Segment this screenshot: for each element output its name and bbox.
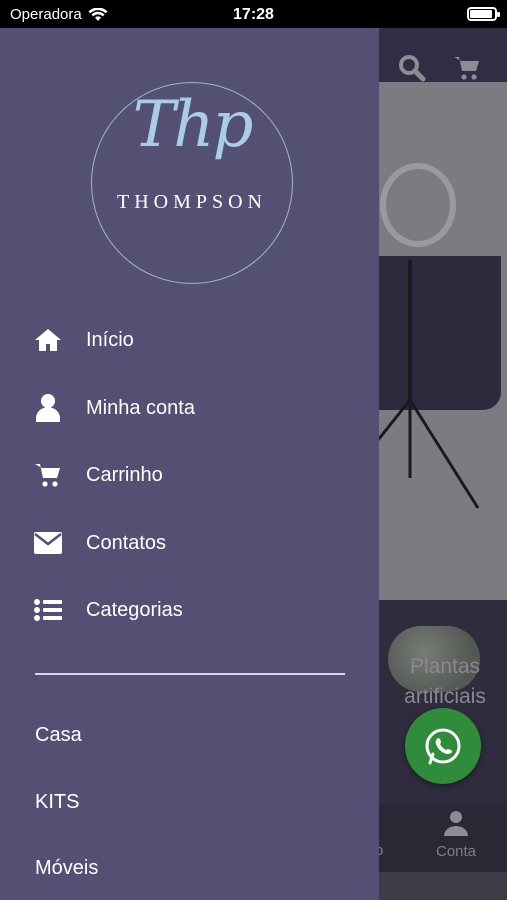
- menu-item-categorias[interactable]: Categorias: [0, 580, 379, 640]
- search-icon[interactable]: [398, 54, 426, 82]
- list-icon: [34, 596, 62, 624]
- menu-item-label: Minha conta: [86, 396, 195, 419]
- menu-item-carrinho[interactable]: Carrinho: [0, 445, 379, 505]
- logo-script: Thp: [132, 88, 254, 162]
- user-icon: [34, 394, 62, 422]
- home-icon: [34, 326, 62, 354]
- category-item-casa[interactable]: Casa: [35, 724, 82, 747]
- category-card-label: Plantas artificiais: [404, 655, 486, 708]
- battery-level: [470, 10, 492, 18]
- category-item-kits[interactable]: KITS: [35, 791, 79, 814]
- drawer-divider: [35, 673, 345, 675]
- menu-item-inicio[interactable]: Início: [0, 310, 379, 370]
- brand-logo: Thp THOMPSON: [84, 80, 300, 286]
- status-bar: Operadora 17:28: [0, 0, 507, 28]
- whatsapp-button[interactable]: [405, 708, 481, 784]
- whatsapp-icon: [425, 728, 461, 765]
- menu-item-label: Carrinho: [86, 463, 163, 486]
- nav-account-label: Conta: [435, 843, 477, 860]
- clock: 17:28: [233, 6, 274, 23]
- logo-wordmark: THOMPSON: [116, 191, 268, 213]
- menu-item-label: Contatos: [86, 531, 167, 554]
- nav-account[interactable]: Conta: [420, 810, 492, 860]
- envelope-icon: [34, 529, 62, 557]
- tripod-image: [376, 260, 480, 509]
- cart-icon[interactable]: [453, 54, 481, 82]
- menu-item-minha-conta[interactable]: Minha conta: [0, 378, 379, 438]
- cart-icon: [34, 461, 62, 489]
- ring-light-image: [380, 163, 456, 247]
- battery-icon: [467, 7, 500, 21]
- category-item-moveis[interactable]: Móveis: [35, 857, 98, 880]
- menu-item-label: Categorias: [86, 598, 183, 621]
- side-drawer: Thp THOMPSON Início Minha conta Carrinho: [0, 28, 379, 900]
- user-icon: [444, 811, 468, 836]
- menu-item-label: Início: [86, 328, 134, 351]
- menu-item-contatos[interactable]: Contatos: [0, 513, 379, 573]
